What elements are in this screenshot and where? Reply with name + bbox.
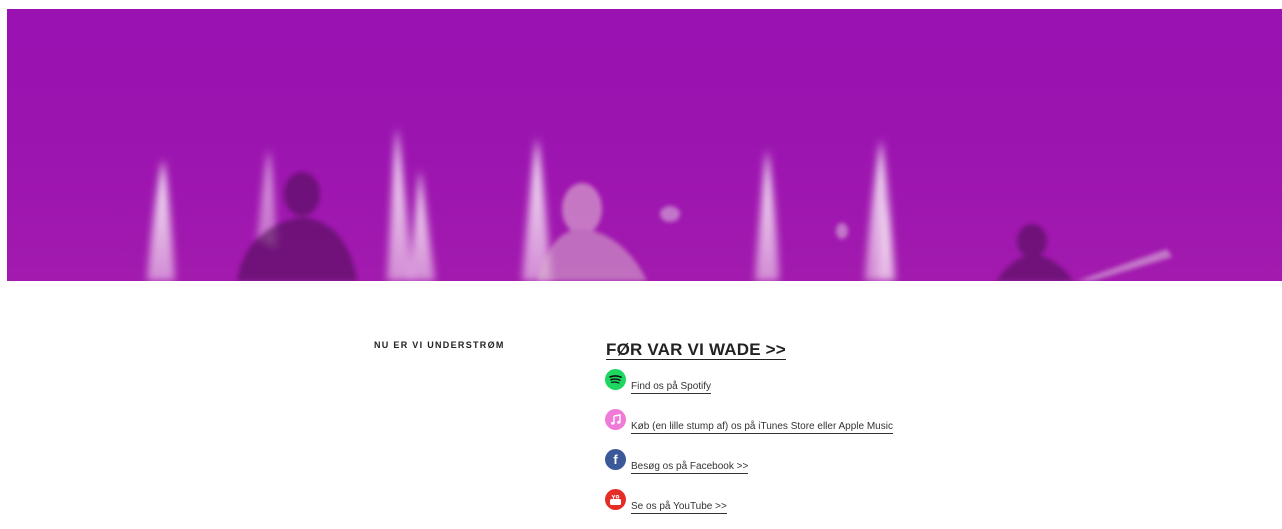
youtube-icon[interactable] [605,489,626,510]
spotify-row: Find os på Spotify [605,369,712,394]
wade-heading-link[interactable]: FØR VAR VI WADE >> [606,340,786,360]
itunes-icon[interactable] [605,409,626,430]
spotify-icon[interactable] [605,369,626,390]
youtube-row: Se os på YouTube >> [605,489,727,514]
facebook-link[interactable]: Besøg os på Facebook >> [631,461,749,474]
facebook-row: f Besøg os på Facebook >> [605,449,749,474]
widget-title: NU ER VI UNDERSTRØM [374,340,505,350]
band-photo [147,127,1172,281]
page: NU ER VI UNDERSTRØM FØR VAR VI WADE >> F… [0,0,1282,529]
youtube-link[interactable]: Se os på YouTube >> [631,501,727,514]
hero-image [7,9,1282,281]
itunes-row: Køb (en lille stump af) os på iTunes Sto… [605,409,893,434]
spotify-link[interactable]: Find os på Spotify [631,381,712,394]
itunes-link[interactable]: Køb (en lille stump af) os på iTunes Sto… [631,421,893,434]
facebook-icon[interactable]: f [605,449,626,470]
